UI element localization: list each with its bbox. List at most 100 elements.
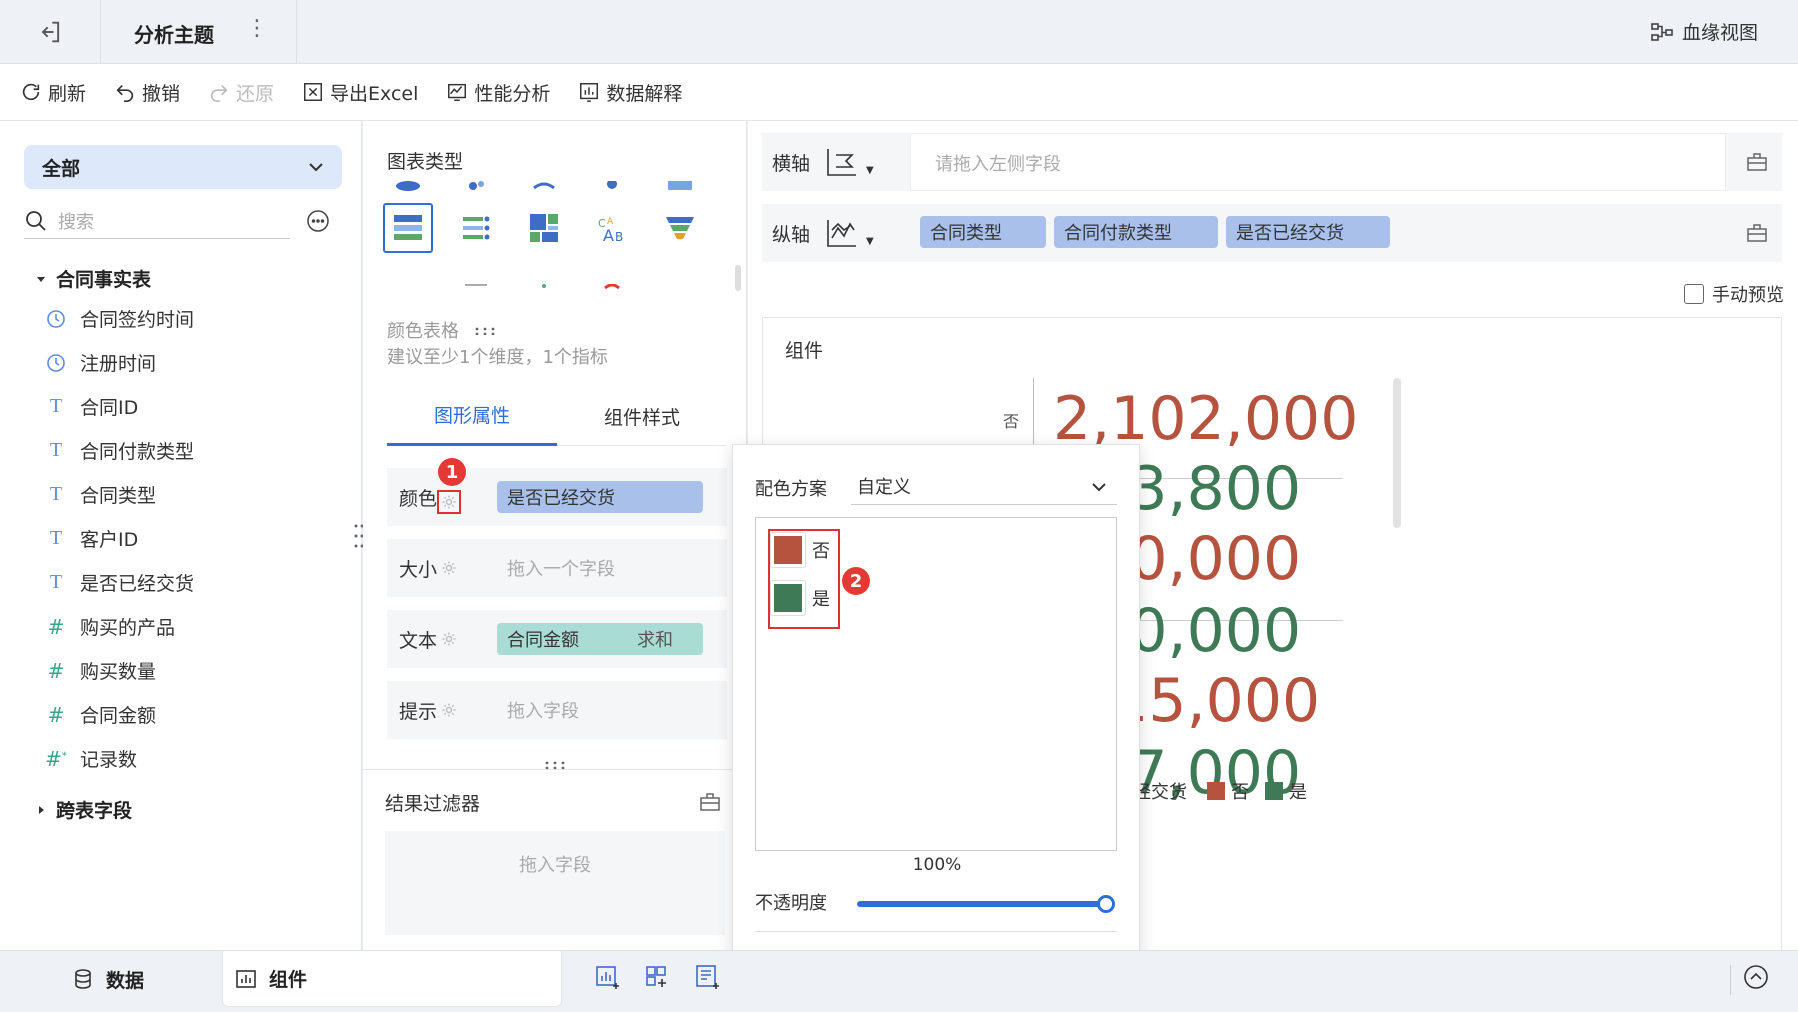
opacity-label: 不透明度 (755, 893, 827, 914)
chart-type-option[interactable] (519, 265, 569, 315)
opacity-percent: 100% (912, 855, 962, 875)
y-axis-field-delivered[interactable]: 是否已经交货 (1226, 216, 1390, 248)
field-label: 合同签约时间 (80, 309, 195, 331)
chart-type-option[interactable] (451, 203, 501, 253)
y-axis-icon[interactable] (824, 216, 860, 250)
more-options-icon[interactable] (306, 209, 330, 233)
manual-preview-checkbox[interactable] (1684, 284, 1704, 304)
text-label-text: 文本 (399, 629, 438, 652)
field-item[interactable]: T 客户ID (46, 525, 138, 552)
search-icon (26, 210, 46, 231)
number-type-icon: # (47, 614, 65, 639)
refresh-button[interactable]: 刷新 (20, 79, 86, 106)
add-layout-icon[interactable] (644, 963, 672, 991)
text-field-pill[interactable]: 合同金额 求和 (497, 623, 703, 655)
y-axis-drop-zone[interactable]: 合同类型 合同付款类型 是否已经交货 (910, 204, 1726, 262)
add-text-icon[interactable] (694, 963, 722, 991)
field-item[interactable]: #* 记录数 (45, 745, 138, 772)
axis-tool-icon[interactable] (1746, 222, 1768, 244)
redo-button[interactable]: 还原 (208, 79, 274, 106)
tab-data[interactable]: 数据 (72, 951, 144, 1007)
resize-handle[interactable] (473, 327, 497, 335)
scope-select[interactable]: 全部 (24, 145, 342, 189)
database-icon (75, 969, 91, 989)
more-icon[interactable]: ⋮ (246, 16, 268, 41)
chevron-down-icon (1092, 483, 1106, 492)
property-tabs: 图形属性 组件样式 (387, 386, 727, 446)
color-field-pill[interactable]: 是否已经交货 (497, 481, 703, 513)
table-group-cross-table[interactable]: 跨表字段 (36, 796, 132, 823)
size-drop-placeholder[interactable]: 拖入一个字段 (507, 555, 615, 581)
y-axis-field-contract-type[interactable]: 合同类型 (920, 216, 1046, 248)
gear-icon[interactable] (441, 631, 457, 647)
tooltip-label-text: 提示 (399, 700, 438, 723)
caret-down-icon[interactable]: ▼ (866, 236, 874, 247)
gear-icon[interactable] (441, 560, 457, 576)
chart-grid-scrollbar[interactable] (735, 265, 741, 291)
search-input[interactable]: 搜索 (24, 203, 290, 239)
y-axis-field-payment-type[interactable]: 合同付款类型 (1054, 216, 1218, 248)
text-type-icon: T (49, 527, 63, 549)
field-label: 注册时间 (80, 353, 157, 375)
chart-type-option[interactable] (655, 203, 705, 253)
row-label: 否 (1003, 412, 1020, 431)
text-type-icon: T (49, 571, 63, 593)
tooltip-drop-placeholder[interactable]: 拖入字段 (507, 697, 579, 723)
filter-tool-icon[interactable] (699, 791, 721, 813)
undo-button[interactable]: 撤销 (114, 79, 180, 106)
axis-tool-icon[interactable] (1746, 151, 1768, 173)
redo-label: 还原 (236, 82, 275, 105)
refresh-icon (22, 83, 40, 101)
resize-handle[interactable] (543, 761, 567, 769)
tab-component-style[interactable]: 组件样式 (557, 386, 727, 446)
manual-preview-toggle[interactable]: 手动预览 (1684, 281, 1784, 307)
chart-description: 颜色表格 建议至少1个维度，1个指标 (387, 319, 608, 371)
caret-down-icon[interactable]: ▼ (866, 165, 874, 176)
add-chart-icon[interactable] (594, 963, 622, 991)
tab-component[interactable]: 组件 (222, 951, 562, 1007)
field-item[interactable]: # 购买的产品 (46, 613, 175, 640)
color-scheme-select[interactable]: 自定义 (851, 469, 1117, 505)
x-axis-icon[interactable] (824, 145, 860, 179)
gear-icon[interactable] (441, 702, 457, 718)
field-item[interactable]: T 合同付款类型 (46, 437, 194, 464)
chart-type-option[interactable] (519, 203, 569, 253)
opacity-slider[interactable] (857, 895, 1115, 913)
lineage-view-button[interactable]: 血缘视图 (1650, 18, 1758, 45)
performance-analysis-button[interactable]: 性能分析 (446, 79, 550, 106)
x-axis-placeholder: 请拖入左侧字段 (935, 154, 1061, 175)
chart-type-option[interactable]: CAAB (587, 203, 637, 253)
result-filter-drop-zone[interactable]: 拖入字段 (385, 831, 725, 935)
field-item[interactable]: # 合同金额 (46, 701, 156, 728)
chart-type-option[interactable] (451, 265, 501, 315)
canvas-scrollbar[interactable] (1393, 378, 1401, 528)
performance-label: 性能分析 (474, 82, 551, 105)
word-cloud-icon: C AA B (598, 217, 623, 245)
field-item[interactable]: T 合同类型 (46, 481, 156, 508)
chart-type-color-table[interactable] (383, 203, 433, 253)
divider (296, 0, 297, 64)
field-label: 购买数量 (80, 661, 157, 683)
legend-title: 经交货 (1133, 782, 1187, 803)
field-item[interactable]: T 合同ID (46, 393, 138, 420)
export-excel-button[interactable]: 导出Excel (302, 79, 418, 106)
field-item[interactable]: 注册时间 (46, 349, 156, 376)
gear-icon[interactable] (441, 494, 457, 510)
tooltip-label: 提示 (399, 697, 457, 724)
tab-graphic-properties[interactable]: 图形属性 (387, 386, 557, 446)
data-explain-button[interactable]: 数据解释 (578, 79, 682, 106)
chart-type-option[interactable] (587, 265, 637, 315)
field-item[interactable]: T 是否已经交货 (46, 569, 194, 596)
table-group-contract-facts[interactable]: 合同事实表 (36, 265, 151, 292)
x-axis-drop-zone[interactable]: 请拖入左侧字段 (910, 133, 1726, 191)
text-field-name: 合同金额 (507, 630, 579, 651)
opacity-slider-handle[interactable] (1097, 895, 1115, 913)
caret-right-icon (39, 805, 44, 814)
field-label: 记录数 (80, 749, 138, 771)
performance-icon (448, 83, 467, 101)
field-item[interactable]: 合同签约时间 (46, 305, 194, 332)
exit-icon[interactable] (36, 18, 64, 46)
divider (363, 769, 747, 770)
field-item[interactable]: # 购买数量 (46, 657, 156, 684)
chevron-up-circle-icon[interactable] (1742, 963, 1770, 991)
